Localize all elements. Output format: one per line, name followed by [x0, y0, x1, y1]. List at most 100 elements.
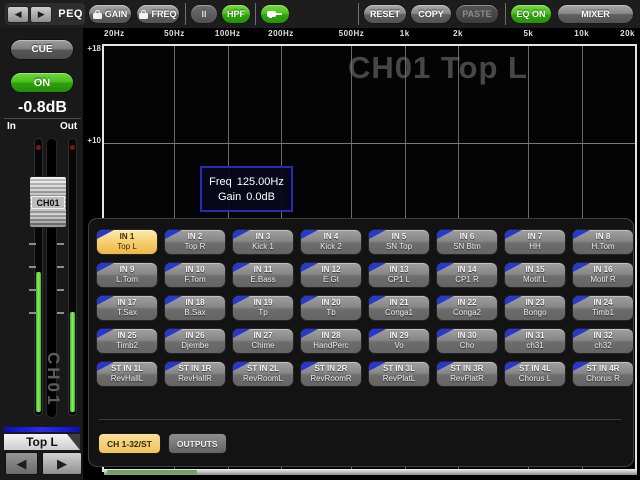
channel-id: IN 28	[321, 331, 341, 340]
channel-button[interactable]: IN 5 SN Top	[368, 229, 430, 255]
channel-button[interactable]: IN 32 ch32	[572, 328, 634, 354]
channel-button[interactable]: ST IN 1L RevHallL	[96, 361, 158, 387]
channel-id: IN 22	[457, 298, 477, 307]
fader-handle[interactable]: CH01	[29, 176, 67, 228]
channel-name: Vo	[394, 341, 404, 350]
channel-button[interactable]: IN 21 Conga1	[368, 295, 430, 321]
channel-id: IN 18	[185, 298, 205, 307]
reset-button[interactable]: RESET	[363, 4, 407, 24]
channel-id: IN 31	[525, 331, 545, 340]
channel-button[interactable]: IN 2 Top R	[164, 229, 226, 255]
channel-button[interactable]: IN 1 Top L	[96, 229, 158, 255]
channel-name: ch31	[526, 341, 544, 350]
channel-color-tab-icon	[233, 263, 250, 272]
fader-scale-tick	[29, 312, 36, 314]
channel-name: Conga2	[452, 308, 482, 317]
hpf-button[interactable]: HPF	[221, 4, 251, 24]
channel-button[interactable]: IN 27 Chime	[232, 328, 294, 354]
bank-tab[interactable]: OUTPUTS	[167, 433, 227, 454]
channel-name: Top L	[117, 242, 137, 251]
channel-button[interactable]: IN 17 T.Sax	[96, 295, 158, 321]
cue-button[interactable]: CUE	[10, 39, 74, 60]
channel-button[interactable]: IN 4 Kick 2	[300, 229, 362, 255]
channel-name: RevHallL	[110, 374, 144, 383]
prev-channel-button[interactable]: ◀	[7, 5, 30, 23]
channel-button[interactable]: ST IN 3L RevPlatL	[368, 361, 430, 387]
channel-color-tab-icon	[165, 329, 182, 338]
channel-button[interactable]: IN 7 HH	[504, 229, 566, 255]
next-channel-button[interactable]: ▶	[42, 452, 82, 475]
channel-button[interactable]: ST IN 2L RevRoomL	[232, 361, 294, 387]
channel-on-button[interactable]: ON	[10, 72, 74, 93]
channel-button[interactable]: IN 31 ch31	[504, 328, 566, 354]
freq-tick-label: 500Hz	[338, 29, 365, 38]
channel-name-tag[interactable]: Top L	[4, 434, 80, 450]
eq-on-button[interactable]: EQ ON	[510, 4, 552, 24]
channel-color-tab-icon	[165, 296, 182, 305]
channel-button[interactable]: IN 19 Tp	[232, 295, 294, 321]
mixer-button[interactable]: MIXER	[557, 4, 634, 24]
channel-button[interactable]: IN 3 Kick 1	[232, 229, 294, 255]
eq-band-tooltip: Freq 125.00Hz Gain 0.0dB	[200, 166, 293, 212]
prev-channel-button[interactable]: ◀	[5, 452, 38, 475]
channel-id: ST IN 3L	[382, 364, 415, 373]
channel-button[interactable]: IN 14 CP1 R	[436, 262, 498, 288]
channel-button[interactable]: IN 15 Motif L	[504, 262, 566, 288]
patch-button[interactable]	[260, 4, 290, 24]
channel-button[interactable]: ST IN 4R Chorus R	[572, 361, 634, 387]
channel-button[interactable]: IN 26 Djembe	[164, 328, 226, 354]
gain-lock-button[interactable]: GAIN	[88, 4, 132, 24]
channel-button[interactable]: IN 28 HandPerc	[300, 328, 362, 354]
channel-button[interactable]: IN 6 SN Btm	[436, 229, 498, 255]
channel-button[interactable]: IN 13 CP1 L	[368, 262, 430, 288]
channel-name: Cho	[459, 341, 475, 350]
channel-button[interactable]: ST IN 4L Chorus L	[504, 361, 566, 387]
channel-id: ST IN 2R	[314, 364, 348, 373]
channel-button[interactable]: IN 24 Timb1	[572, 295, 634, 321]
channel-button[interactable]: ST IN 2R RevRoomR	[300, 361, 362, 387]
channel-button[interactable]: IN 16 Motif R	[572, 262, 634, 288]
channel-button[interactable]: ST IN 3R RevPlatR	[436, 361, 498, 387]
band-mode-button[interactable]: II	[190, 4, 218, 24]
channel-button[interactable]: IN 10 F.Tom	[164, 262, 226, 288]
freq-tick-label: 10k	[574, 29, 590, 38]
channel-button[interactable]: IN 25 Timb2	[96, 328, 158, 354]
paste-button[interactable]: PASTE	[455, 4, 499, 24]
channel-button[interactable]: IN 12 E.Gt	[300, 262, 362, 288]
channel-button[interactable]: IN 22 Conga2	[436, 295, 498, 321]
channel-button[interactable]: IN 23 Bongo	[504, 295, 566, 321]
channel-color-tab-icon	[97, 230, 114, 239]
channel-name: HandPerc	[313, 341, 349, 350]
channel-id: IN 26	[185, 331, 205, 340]
channel-button[interactable]: IN 18 B.Sax	[164, 295, 226, 321]
channel-button[interactable]: IN 20 Tb	[300, 295, 362, 321]
fader-channel-tag: CH01	[31, 196, 65, 209]
channel-color-bar	[4, 427, 80, 432]
channel-id: IN 15	[525, 265, 545, 274]
channel-button[interactable]: ST IN 1R RevHallR	[164, 361, 226, 387]
next-channel-button[interactable]: ▶	[30, 5, 53, 23]
channel-button[interactable]: IN 9 L.Tom	[96, 262, 158, 288]
fader-scale-tick	[57, 289, 64, 291]
channel-name: E.Bass	[250, 275, 276, 284]
channel-button[interactable]: IN 30 Cho	[436, 328, 498, 354]
channel-name: Tp	[258, 308, 268, 317]
channel-button[interactable]: IN 11 E.Bass	[232, 262, 294, 288]
channel-id: IN 24	[593, 298, 613, 307]
channel-id: IN 10	[185, 265, 205, 274]
bank-tab[interactable]: CH 1-32/ST	[98, 433, 161, 454]
freq-lock-button[interactable]: FREQ	[136, 4, 180, 24]
clip-led	[70, 145, 75, 150]
channel-color-tab-icon	[233, 230, 250, 239]
topbar-divider	[358, 3, 359, 25]
peq-title: PEQ	[58, 8, 83, 20]
copy-button[interactable]: COPY	[410, 4, 452, 24]
channel-color-tab-icon	[97, 329, 114, 338]
topbar-divider	[255, 3, 256, 25]
channel-button[interactable]: IN 8 H.Tom	[572, 229, 634, 255]
channel-button[interactable]: IN 29 Vo	[368, 328, 430, 354]
channel-id: ST IN 4L	[518, 364, 551, 373]
channel-name: T.Sax	[116, 308, 137, 317]
channel-name: RevPlatL	[382, 374, 416, 383]
bottom-fader-strip	[104, 469, 637, 475]
